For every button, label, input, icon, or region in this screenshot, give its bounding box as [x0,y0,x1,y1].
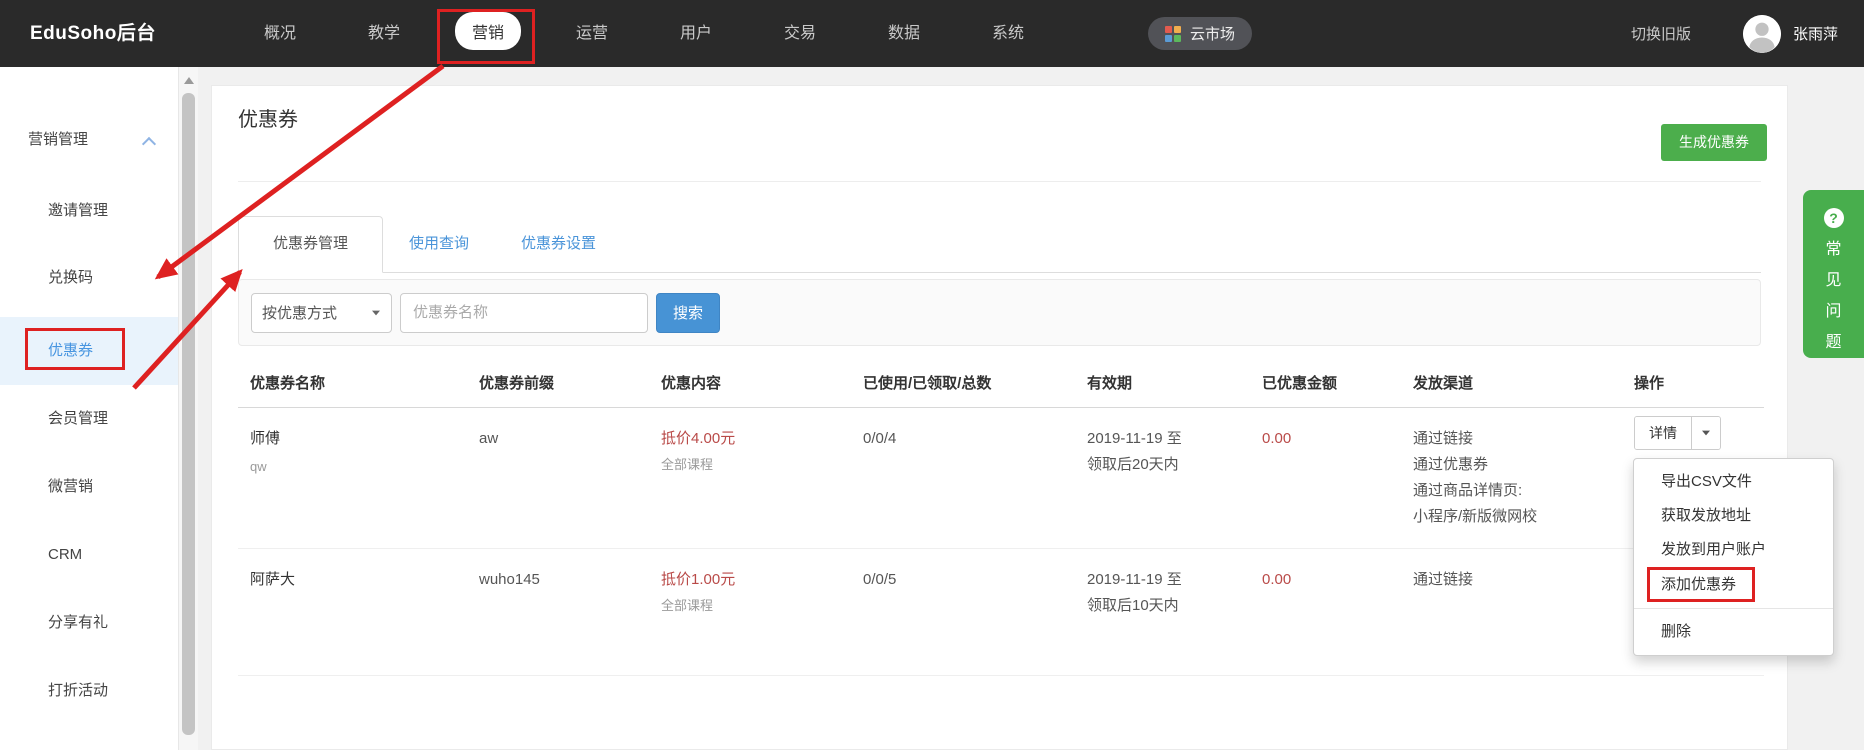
user-silhouette-icon [1743,15,1781,53]
discount-type-select[interactable]: 按优惠方式 [251,293,392,333]
col-header-name: 优惠券名称 [238,356,467,408]
coupon-usage: 0/0/5 [863,571,896,588]
sidebar: 营销管理 邀请管理 兑换码 优惠券 会员管理 微营销 CRM 分享有礼 打折活动 [0,67,178,750]
col-header-amount: 已优惠金额 [1250,356,1401,408]
search-button[interactable]: 搜索 [656,293,720,333]
sidebar-item-discount[interactable]: 打折活动 [0,657,178,725]
tab-coupon-manage[interactable]: 优惠券管理 [238,216,383,273]
sidebar-item-membership[interactable]: 会员管理 [0,385,178,453]
main-nav: 概况 教学 营销 运营 用户 交易 数据 系统 [228,0,1060,67]
menu-divider [1634,608,1833,609]
navbar-right: 切换旧版 张雨萍 [1631,0,1838,67]
col-header-usage: 已使用/已领取/总数 [851,356,1075,408]
channel-line: 通过优惠券 [1413,452,1622,478]
caret-down-icon [1702,431,1710,436]
discount-amount: 0.00 [1262,430,1291,447]
coupon-name-input[interactable] [400,293,648,333]
question-circle-icon: ? [1824,208,1844,228]
color-grid-icon [1165,26,1181,42]
nav-item-system[interactable]: 系统 [956,0,1060,67]
coupon-name: 阿萨大 [250,567,467,593]
channel-line: 通过链接 [1413,567,1622,593]
col-header-action: 操作 [1622,356,1764,408]
sidebar-item-share-gift[interactable]: 分享有礼 [0,589,178,657]
detail-split-button[interactable]: 详情 [1634,416,1721,450]
detail-button-label: 详情 [1635,417,1691,449]
title-divider [238,181,1761,182]
coupon-table: 优惠券名称 优惠券前缀 优惠内容 已使用/已领取/总数 有效期 已优惠金额 发放… [238,356,1761,676]
faq-label: 常见问题 [1825,234,1843,358]
col-header-prefix: 优惠券前缀 [467,356,649,408]
sidebar-item-coupon[interactable]: 优惠券 [0,317,178,385]
user-avatar[interactable] [1743,15,1781,53]
annotation-box-add-coupon: 添加优惠券 [1647,567,1755,602]
coupon-scope: 全部课程 [661,456,851,474]
nav-item-overview[interactable]: 概况 [228,0,332,67]
table-header-row: 优惠券名称 优惠券前缀 优惠内容 已使用/已领取/总数 有效期 已优惠金额 发放… [238,356,1764,408]
caret-down-icon [372,310,380,315]
nav-active-pill: 营销 [455,12,521,50]
menu-item-send-to-users[interactable]: 发放到用户账户 [1634,533,1833,567]
tab-coupon-settings[interactable]: 优惠券设置 [495,216,622,272]
col-header-validity: 有效期 [1075,356,1250,408]
table-row: 阿萨大 wuho145 抵价1.00元 全部课程 0/0/5 2019-11-1… [238,549,1764,676]
top-navbar: EduSoho后台 概况 教学 营销 运营 用户 交易 数据 系统 云市场 切换… [0,0,1864,67]
tab-usage-query[interactable]: 使用查询 [383,216,495,272]
menu-item-export-csv[interactable]: 导出CSV文件 [1634,465,1833,499]
coupon-usage: 0/0/4 [863,430,896,447]
generate-coupon-button[interactable]: 生成优惠券 [1661,124,1767,161]
sidebar-item-wechat-marketing[interactable]: 微营销 [0,453,178,521]
sidebar-item-invite[interactable]: 邀请管理 [0,177,178,245]
brand-logo[interactable]: EduSoho后台 [30,0,156,67]
chevron-up-icon[interactable] [142,137,156,151]
sidebar-group-marketing[interactable]: 营销管理 [28,128,88,149]
cloud-market-button[interactable]: 云市场 [1148,17,1252,50]
menu-item-add-coupon[interactable]: 添加优惠券 [1634,567,1833,602]
channel-line: 通过商品详情页: [1413,478,1622,504]
coupon-name: 师傅 [250,426,467,452]
validity-line: 领取后10天内 [1087,593,1250,619]
coupon-page-card: 优惠券 生成优惠券 优惠券管理 使用查询 优惠券设置 按优惠方式 搜索 优惠券名… [211,85,1788,750]
nav-item-users[interactable]: 用户 [644,0,748,67]
channel-line: 小程序/新版微网校 [1413,504,1622,530]
nav-item-operation[interactable]: 运营 [540,0,644,67]
validity-line: 2019-11-19 至 [1087,426,1250,452]
col-header-channel: 发放渠道 [1401,356,1622,408]
menu-item-delete[interactable]: 删除 [1634,615,1833,649]
coupon-prefix: aw [479,430,498,447]
channel-line: 通过链接 [1413,426,1622,452]
sidebar-scrollbar [178,67,198,750]
nav-item-trade[interactable]: 交易 [748,0,852,67]
col-header-content: 优惠内容 [649,356,851,408]
nav-item-teaching[interactable]: 教学 [332,0,436,67]
coupon-tabs: 优惠券管理 使用查询 优惠券设置 [238,216,1761,273]
menu-item-get-address[interactable]: 获取发放地址 [1634,499,1833,533]
page-title: 优惠券 [238,103,298,132]
sidebar-item-crm[interactable]: CRM [0,521,178,589]
coupon-scope: 全部课程 [661,597,851,615]
coupon-prefix: wuho145 [479,571,540,588]
nav-item-data[interactable]: 数据 [852,0,956,67]
coupon-content: 抵价4.00元 [661,426,851,452]
switch-old-version-link[interactable]: 切换旧版 [1631,23,1691,44]
sidebar-item-redeem-code[interactable]: 兑换码 [0,244,178,312]
validity-line: 2019-11-19 至 [1087,567,1250,593]
detail-dropdown-toggle[interactable] [1691,417,1720,449]
coupon-content: 抵价1.00元 [661,567,851,593]
nav-item-marketing[interactable]: 营销 [436,0,540,67]
discount-amount: 0.00 [1262,571,1291,588]
coupon-subname: qw [250,458,467,476]
faq-side-tab[interactable]: ? 常见问题 [1803,190,1864,358]
detail-dropdown-menu: 导出CSV文件 获取发放地址 发放到用户账户 添加优惠券 删除 [1633,458,1834,656]
username-label[interactable]: 张雨萍 [1793,23,1838,44]
filter-bar: 按优惠方式 搜索 [238,279,1761,346]
scrollbar-thumb[interactable] [182,93,195,735]
validity-line: 领取后20天内 [1087,452,1250,478]
table-row: 师傅 qw aw 抵价4.00元 全部课程 0/0/4 2019-11-19 至… [238,408,1764,549]
triangle-up-icon[interactable] [184,77,194,84]
